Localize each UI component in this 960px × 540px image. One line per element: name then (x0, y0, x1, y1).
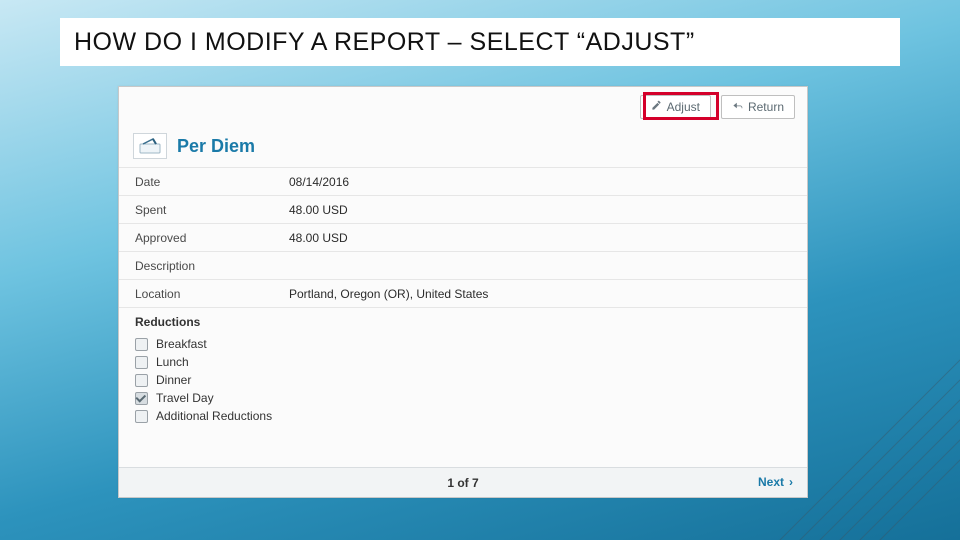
chk-label: Additional Reductions (156, 407, 272, 425)
checkbox-icon (135, 392, 148, 405)
return-button[interactable]: Return (721, 95, 795, 119)
return-arrow-icon (732, 100, 743, 114)
row-spent: Spent 48.00 USD (119, 196, 807, 224)
value-date: 08/14/2016 (289, 170, 349, 194)
label-description: Description (119, 254, 289, 278)
checkbox-icon (135, 338, 148, 351)
chevron-right-icon: › (789, 475, 793, 489)
pager: 1 of 7 Next › (119, 467, 807, 497)
chk-label: Dinner (156, 371, 191, 389)
chk-lunch[interactable]: Lunch (135, 353, 791, 371)
value-location: Portland, Oregon (OR), United States (289, 282, 488, 306)
chk-label: Lunch (156, 353, 189, 371)
chk-label: Travel Day (156, 389, 214, 407)
page-title-text: HOW DO I MODIFY A REPORT – SELECT “ADJUS… (74, 28, 695, 57)
slide: HOW DO I MODIFY A REPORT – SELECT “ADJUS… (0, 0, 960, 540)
row-approved: Approved 48.00 USD (119, 224, 807, 252)
reductions-list: Breakfast Lunch Dinner Travel Day Additi… (119, 333, 807, 435)
row-description: Description (119, 252, 807, 280)
label-approved: Approved (119, 226, 289, 250)
value-spent: 48.00 USD (289, 198, 348, 222)
checkbox-icon (135, 356, 148, 369)
row-location: Location Portland, Oregon (OR), United S… (119, 280, 807, 308)
checkbox-icon (135, 410, 148, 423)
label-date: Date (119, 170, 289, 194)
chk-breakfast[interactable]: Breakfast (135, 335, 791, 353)
adjust-button-label: Adjust (667, 100, 700, 114)
chk-dinner[interactable]: Dinner (135, 371, 791, 389)
next-button[interactable]: Next › (758, 475, 793, 489)
field-rows: Date 08/14/2016 Spent 48.00 USD Approved… (119, 168, 807, 308)
value-approved: 48.00 USD (289, 226, 348, 250)
chk-travel-day[interactable]: Travel Day (135, 389, 791, 407)
adjust-button[interactable]: Adjust (640, 95, 711, 119)
chk-additional-reductions[interactable]: Additional Reductions (135, 407, 791, 425)
reductions-header: Reductions (119, 308, 807, 333)
toolbar: Adjust Return (119, 87, 807, 127)
page-title: HOW DO I MODIFY A REPORT – SELECT “ADJUS… (60, 18, 900, 66)
checkbox-icon (135, 374, 148, 387)
next-label: Next (758, 475, 784, 489)
pencil-icon (651, 100, 662, 114)
return-button-label: Return (748, 100, 784, 114)
chk-label: Breakfast (156, 335, 207, 353)
section-title: Per Diem (177, 136, 255, 157)
per-diem-icon (133, 133, 167, 159)
row-date: Date 08/14/2016 (119, 168, 807, 196)
label-location: Location (119, 282, 289, 306)
pager-text: 1 of 7 (447, 476, 478, 490)
report-panel: Adjust Return Per Diem Date (118, 86, 808, 498)
label-spent: Spent (119, 198, 289, 222)
section-header: Per Diem (119, 127, 807, 168)
